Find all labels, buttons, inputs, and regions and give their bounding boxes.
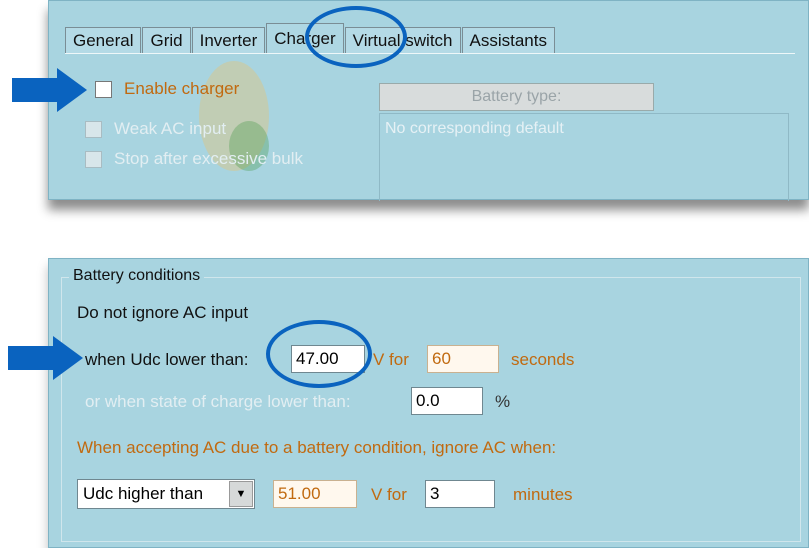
charger-tab-panel: General Grid Inverter Charger Virtual sw… bbox=[48, 0, 809, 201]
minutes-label: minutes bbox=[513, 485, 573, 504]
weak-ac-label: Weak AC input bbox=[114, 119, 227, 138]
condition-select-value: Udc higher than bbox=[83, 484, 204, 503]
minutes-input[interactable]: 3 bbox=[425, 480, 495, 508]
default-text: No corresponding default bbox=[385, 120, 564, 137]
charger-highlight-ring bbox=[305, 6, 407, 68]
battery-default-box: No corresponding default bbox=[379, 113, 789, 201]
stop-bulk-label: Stop after excessive bulk bbox=[114, 149, 303, 168]
enable-charger-row[interactable]: Enable charger bbox=[95, 79, 239, 99]
accepting-ac-label: When accepting AC due to a battery condi… bbox=[77, 438, 557, 457]
tab-grid[interactable]: Grid bbox=[142, 27, 191, 53]
udc-highlight-ring bbox=[266, 320, 372, 388]
soc-input[interactable]: 0.0 bbox=[411, 387, 483, 415]
soc-lower-label: or when state of charge lower than: bbox=[85, 392, 351, 411]
enable-charger-checkbox[interactable] bbox=[95, 80, 112, 98]
udc-lower-label: when Udc lower than: bbox=[85, 350, 249, 369]
percent-label: % bbox=[495, 392, 511, 411]
group-title: Battery conditions bbox=[69, 267, 205, 285]
tab-inverter[interactable]: Inverter bbox=[191, 27, 266, 53]
weak-ac-row: Weak AC input bbox=[85, 119, 226, 139]
stop-bulk-checkbox bbox=[85, 150, 102, 168]
pointer-arrow-icon bbox=[12, 68, 87, 112]
battery-type-button[interactable]: Battery type: bbox=[379, 83, 654, 111]
do-not-ignore-label: Do not ignore AC input bbox=[77, 303, 249, 322]
condition-select[interactable]: Udc higher than ▼ bbox=[77, 479, 255, 509]
chevron-down-icon[interactable]: ▼ bbox=[229, 481, 253, 507]
battery-conditions-panel: Battery conditions Do not ignore AC inpu… bbox=[48, 258, 809, 548]
udc-higher-input[interactable]: 51.00 bbox=[273, 480, 357, 508]
tab-assistants[interactable]: Assistants bbox=[461, 27, 555, 53]
enable-charger-label: Enable charger bbox=[124, 79, 240, 98]
pointer-arrow-icon bbox=[8, 336, 83, 380]
v-for-label: V for bbox=[373, 350, 409, 369]
v-for-label-2: V for bbox=[371, 485, 407, 504]
tab-general[interactable]: General bbox=[65, 27, 142, 53]
weak-ac-checkbox bbox=[85, 120, 102, 138]
stop-bulk-row: Stop after excessive bulk bbox=[85, 149, 303, 169]
seconds-label: seconds bbox=[511, 350, 575, 369]
seconds-input[interactable]: 60 bbox=[427, 345, 499, 373]
tab-divider bbox=[65, 53, 795, 54]
